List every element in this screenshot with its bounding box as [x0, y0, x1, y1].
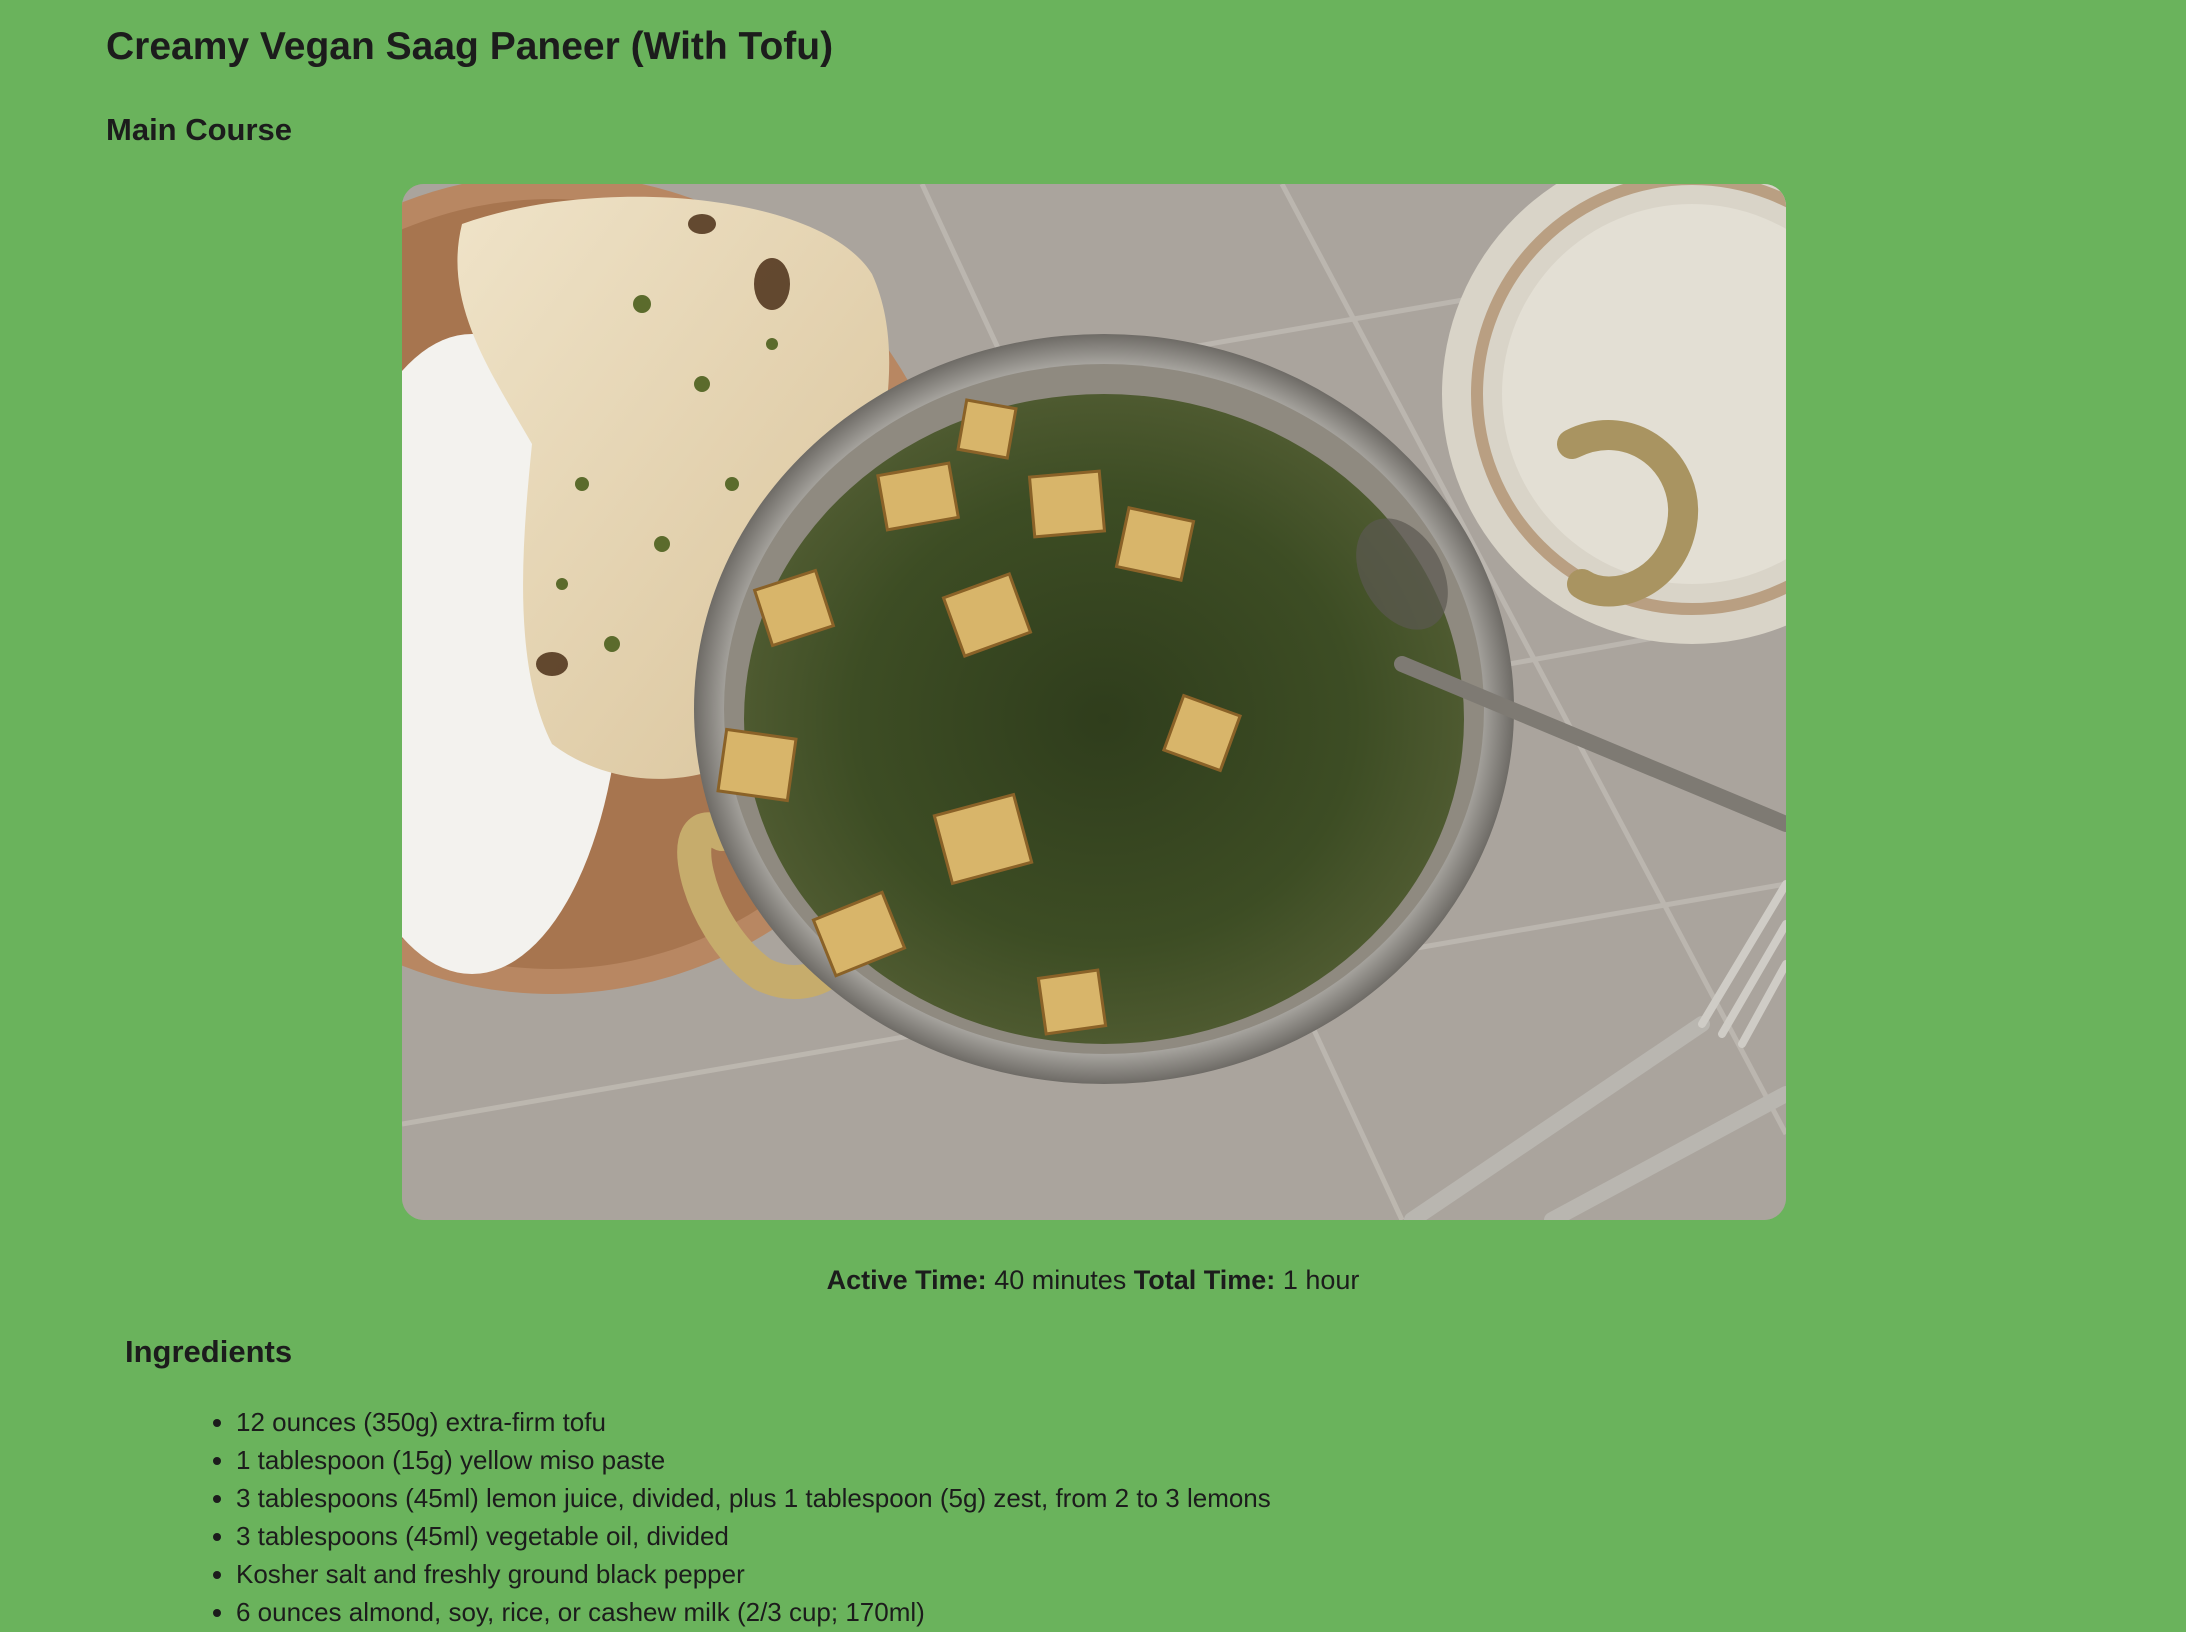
ingredient-item: Kosher salt and freshly ground black pep… [236, 1555, 1271, 1593]
ingredient-item: 6 ounces almond, soy, rice, or cashew mi… [236, 1593, 1271, 1631]
active-time-label: Active Time: [826, 1265, 987, 1295]
ingredient-item: 3 tablespoons (45ml) vegetable oil, divi… [236, 1517, 1271, 1555]
active-time-value: 40 minutes [994, 1265, 1127, 1295]
ingredients-list: 12 ounces (350g) extra-firm tofu 1 table… [0, 1403, 1271, 1631]
recipe-photo [402, 184, 1786, 1220]
recipe-times: Active Time: 40 minutes Total Time: 1 ho… [0, 1262, 2186, 1298]
ingredients-heading: Ingredients [125, 1334, 293, 1369]
total-time-label: Total Time: [1133, 1265, 1276, 1295]
recipe-title: Creamy Vegan Saag Paneer (With Tofu) [106, 25, 834, 68]
recipe-category: Main Course [106, 112, 293, 147]
recipe-page: Creamy Vegan Saag Paneer (With Tofu) Mai… [0, 0, 2186, 1632]
total-time-value: 1 hour [1282, 1265, 1360, 1295]
ingredient-item: 3 tablespoons (45ml) lemon juice, divide… [236, 1479, 1271, 1517]
ingredient-item: 12 ounces (350g) extra-firm tofu [236, 1403, 1271, 1441]
ingredient-item: 1 tablespoon (15g) yellow miso paste [236, 1441, 1271, 1479]
